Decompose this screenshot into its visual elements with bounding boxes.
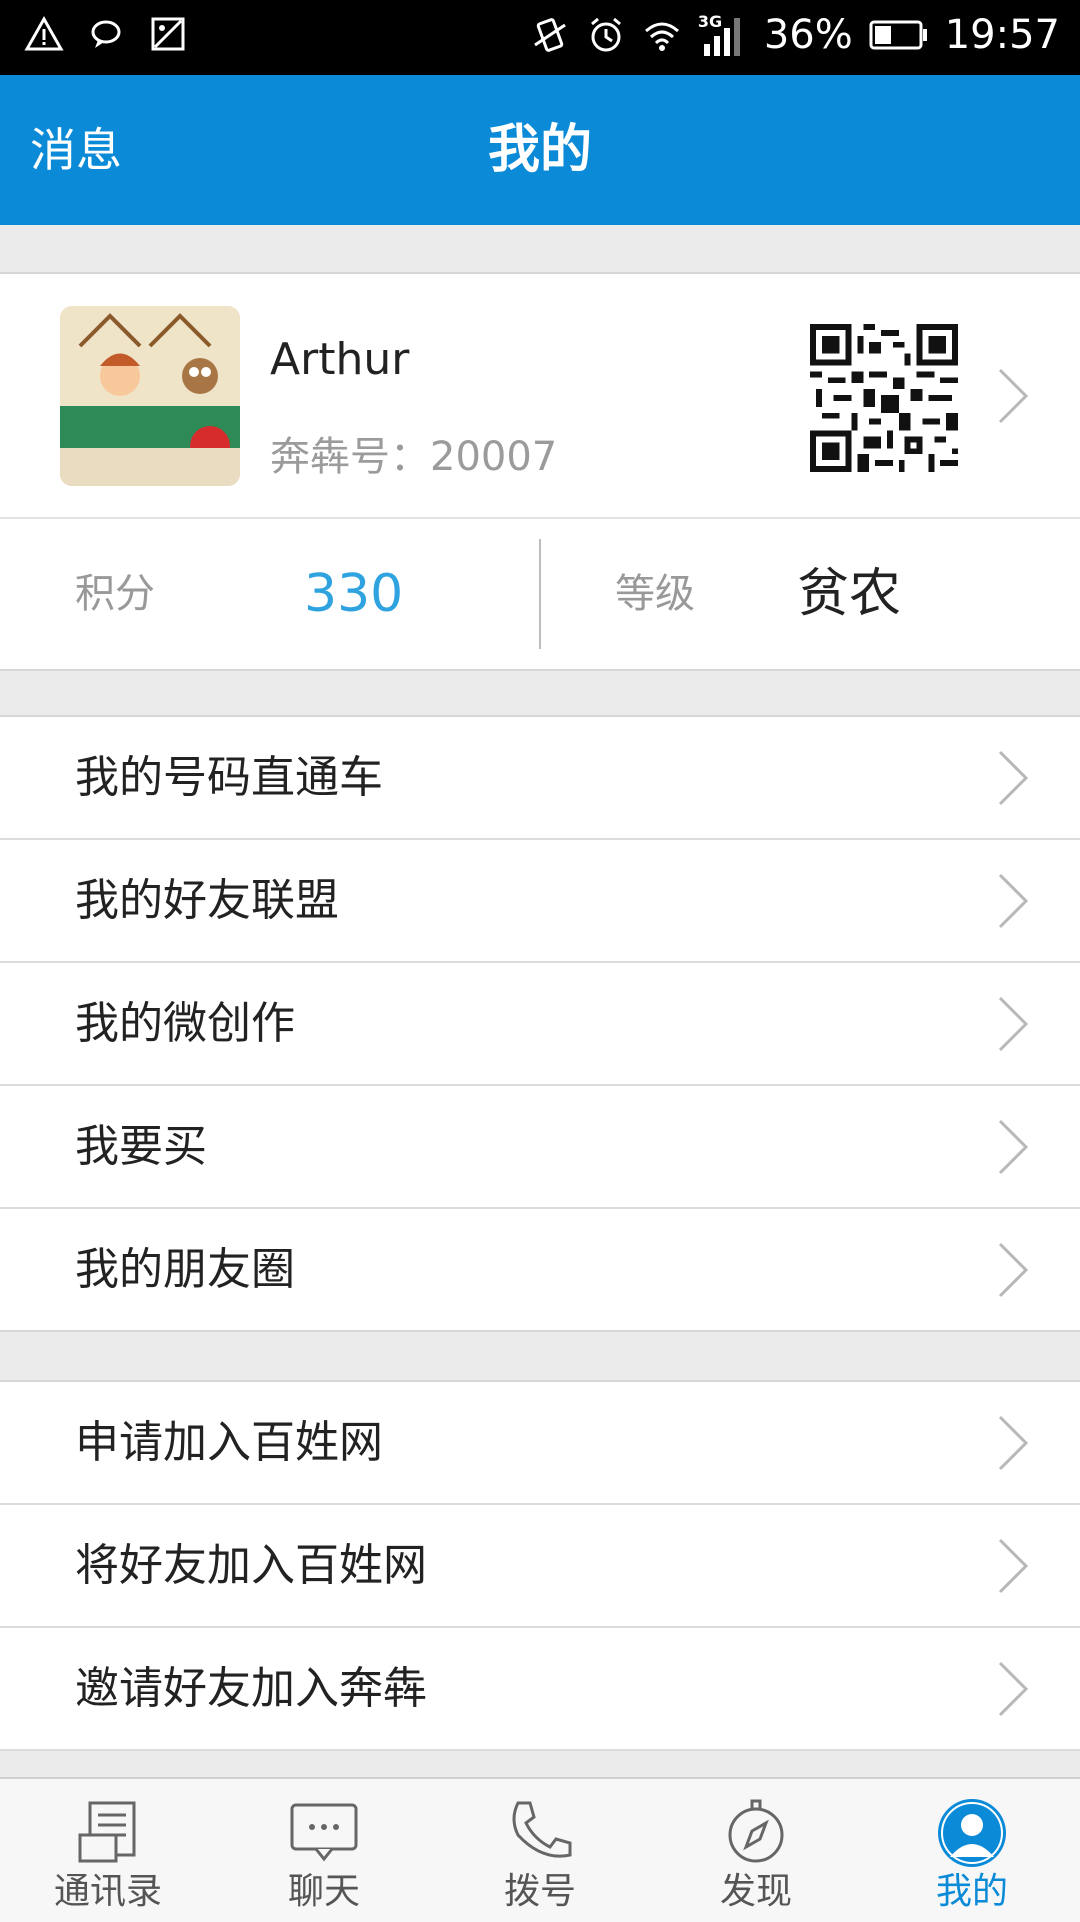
menu-item-micro-creation[interactable]: 我的微创作 — [0, 963, 1080, 1086]
tab-label: 发现 — [719, 1871, 792, 1912]
menu-item-label: 将好友加入百姓网 — [75, 1540, 427, 1591]
tab-me[interactable]: 我的 — [864, 1779, 1080, 1922]
compass-icon — [728, 1799, 784, 1863]
profile-card[interactable]: Arthur 奔犇号：20007 — [0, 272, 1080, 517]
chevron-right-icon — [998, 1242, 1029, 1298]
user-icon — [938, 1799, 1006, 1867]
menu-item-label: 申请加入百姓网 — [75, 1417, 383, 1468]
chevron-right-icon — [998, 1538, 1029, 1594]
tab-chat[interactable]: 聊天 — [216, 1779, 432, 1922]
page-title: 我的 — [487, 120, 592, 180]
tab-label: 聊天 — [287, 1871, 360, 1912]
app-bar: 消息 我的 — [0, 75, 1080, 225]
image-icon — [151, 17, 185, 51]
points-value[interactable]: 330 — [304, 519, 403, 669]
battery-icon — [869, 20, 927, 50]
menu-item-label: 邀请好友加入奔犇 — [75, 1663, 427, 1714]
menu-item-label: 我的号码直通车 — [75, 752, 383, 803]
chevron-right-icon — [998, 1119, 1029, 1175]
menu-item-number-express[interactable]: 我的号码直通车 — [0, 717, 1080, 840]
alarm-icon — [590, 17, 621, 52]
chevron-right-icon — [998, 996, 1029, 1052]
bottom-tab-bar: 通讯录 聊天 拨号 发现 我的 — [0, 1777, 1080, 1922]
tab-label: 通讯录 — [53, 1871, 162, 1912]
profile-name: Arthur — [270, 334, 410, 385]
tab-dial[interactable]: 拨号 — [432, 1779, 648, 1922]
menu-item-apply-join[interactable]: 申请加入百姓网 — [0, 1382, 1080, 1505]
signal-indicator: 3G — [698, 12, 748, 58]
status-left-icons — [24, 14, 188, 54]
points-label: 积分 — [75, 571, 155, 617]
tab-label: 拨号 — [503, 1871, 576, 1912]
profile-id-value: 20007 — [430, 434, 558, 480]
menu-item-label: 我的好友联盟 — [75, 875, 339, 926]
menu-group-invite: 申请加入百姓网 将好友加入百姓网 邀请好友加入奔犇 — [0, 1380, 1080, 1751]
chat-icon — [290, 1803, 358, 1862]
menu-item-label: 我的微创作 — [75, 998, 295, 1049]
tab-label: 我的 — [935, 1871, 1008, 1912]
menu-item-moments[interactable]: 我的朋友圈 — [0, 1209, 1080, 1330]
chevron-right-icon — [998, 1415, 1029, 1471]
avatar[interactable] — [60, 306, 240, 486]
level-label: 等级 — [615, 571, 695, 617]
menu-item-buy[interactable]: 我要买 — [0, 1086, 1080, 1209]
chevron-right-icon — [998, 750, 1029, 806]
chevron-right-icon — [998, 873, 1029, 929]
status-bar: 3G 36% 19:57 — [0, 0, 1080, 75]
warning-icon — [24, 15, 64, 51]
qr-code-icon[interactable] — [810, 324, 958, 472]
profile-id: 奔犇号：20007 — [270, 424, 557, 482]
status-right-icons: 3G 36% 19:57 — [530, 10, 1060, 60]
menu-group-personal: 我的号码直通车 我的好友联盟 我的微创作 我要买 我的朋友圈 — [0, 715, 1080, 1332]
menu-item-add-friend[interactable]: 将好友加入百姓网 — [0, 1505, 1080, 1628]
level-value[interactable]: 贫农 — [797, 519, 901, 669]
chevron-right-icon — [998, 1661, 1029, 1717]
vibrate-icon — [533, 18, 566, 52]
profile-id-label: 奔犇号： — [270, 434, 430, 480]
wifi-icon — [644, 22, 679, 51]
stats-row: 积分 330 等级 贫农 — [0, 517, 1080, 671]
signal-icon — [703, 18, 740, 56]
menu-item-invite-friend[interactable]: 邀请好友加入奔犇 — [0, 1628, 1080, 1751]
menu-item-friend-alliance[interactable]: 我的好友联盟 — [0, 840, 1080, 963]
message-icon — [91, 20, 121, 48]
clock: 19:57 — [944, 12, 1060, 58]
menu-item-label: 我的朋友圈 — [75, 1244, 295, 1295]
stats-divider — [539, 539, 541, 649]
chevron-right-icon — [998, 368, 1029, 424]
tab-contacts[interactable]: 通讯录 — [0, 1779, 216, 1922]
avatar-image — [60, 306, 240, 486]
tab-discover[interactable]: 发现 — [648, 1779, 864, 1922]
menu-item-label: 我要买 — [75, 1121, 207, 1172]
contacts-icon — [78, 1801, 136, 1863]
phone-icon — [512, 1801, 572, 1858]
battery-percent: 36% — [763, 12, 853, 58]
